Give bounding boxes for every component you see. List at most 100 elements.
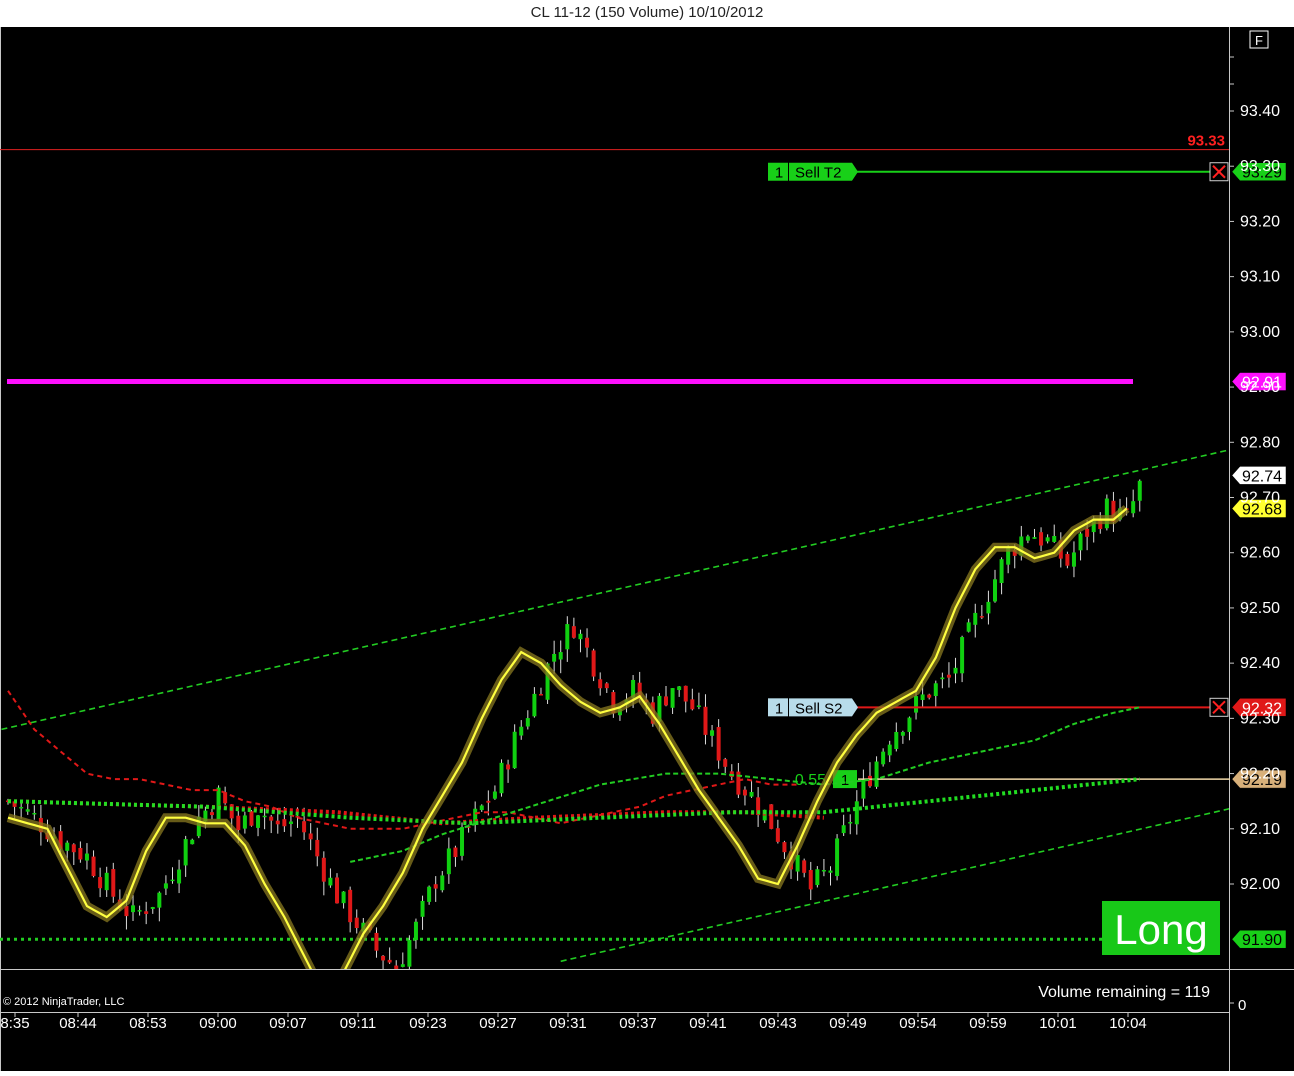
yellow-moving-average — [7, 507, 1128, 969]
y-tick-label: 93.20 — [1240, 213, 1280, 230]
candle-down — [78, 847, 83, 860]
candle-down — [683, 685, 688, 702]
candle-up — [933, 683, 938, 696]
candle-down — [282, 819, 287, 827]
candle-down — [374, 932, 379, 951]
candle-up — [479, 805, 484, 811]
candle-down — [775, 828, 780, 842]
candle-down — [979, 616, 984, 618]
candle-up — [1025, 536, 1030, 541]
candle-up — [163, 883, 168, 889]
candle-down — [808, 869, 813, 890]
candle-up — [190, 839, 195, 845]
resistance-level-label: 93.33 — [1187, 133, 1225, 150]
y-tick-label: 92.10 — [1240, 821, 1280, 838]
yellow-ma-band — [6, 505, 1130, 969]
x-tick-label: 09:41 — [689, 1015, 727, 1032]
x-tick-label: 09:00 — [199, 1015, 237, 1032]
candle-up — [427, 886, 432, 902]
candle-up — [894, 731, 899, 749]
candle-up — [828, 870, 833, 873]
candle-up — [677, 686, 682, 691]
candle-down — [716, 727, 721, 761]
candle-down — [269, 816, 274, 821]
candle-down — [354, 917, 359, 929]
candle-up — [137, 910, 142, 912]
y-tick-label: 93.30 — [1240, 158, 1280, 175]
candle-up — [1032, 537, 1037, 539]
candle-down — [111, 869, 116, 897]
candle-up — [552, 653, 557, 662]
position-qty: 1 — [841, 772, 849, 789]
candle-down — [782, 842, 787, 853]
y-tick-label: 92.80 — [1240, 434, 1280, 451]
candle-down — [302, 821, 307, 833]
candle-down — [433, 884, 438, 889]
copyright-label: © 2012 NinjaTrader, LLC — [3, 996, 124, 1008]
candle-up — [900, 732, 905, 736]
price-chart-panel[interactable]: 93.33 1 Sell T2 93.29 1 Sell S2 92.32 0.55 1 92.1… — [0, 27, 1294, 1071]
candle-down — [249, 811, 254, 826]
upper-channel-line — [1, 449, 1229, 731]
x-tick-label: 09:49 — [829, 1015, 867, 1032]
candle-up — [170, 879, 175, 882]
sell-target-order-name: Sell T2 — [795, 165, 841, 182]
candle-down — [144, 911, 149, 914]
candle-up — [532, 693, 537, 717]
candle-up — [841, 825, 846, 834]
long-signal-label: Long — [1114, 906, 1207, 953]
candle-up — [821, 869, 826, 872]
candle-up — [993, 579, 997, 602]
candle-up — [1131, 501, 1136, 514]
candle-down — [927, 694, 932, 698]
last-price-tag-label: 92.74 — [1242, 468, 1282, 485]
y-tick-label: 92.90 — [1240, 379, 1280, 396]
x-tick-label: 08:44 — [59, 1015, 97, 1032]
candle-up — [986, 601, 991, 614]
y-tick-label: 92.50 — [1240, 600, 1280, 617]
candle-up — [749, 791, 754, 797]
x-tick-label: 09:07 — [269, 1015, 307, 1032]
candle-down — [946, 674, 951, 678]
candle-up — [999, 559, 1004, 584]
y-tick-label: 93.40 — [1240, 103, 1280, 120]
candle-up — [815, 869, 820, 886]
sell-stop-order-name: Sell S2 — [795, 700, 843, 717]
candle-down — [1085, 528, 1090, 537]
candle-down — [348, 889, 353, 923]
candle-up — [183, 839, 188, 866]
candle-up — [1078, 533, 1083, 551]
candle-up — [492, 791, 497, 799]
candle-up — [512, 731, 517, 769]
candle-down — [275, 820, 280, 825]
y-tick-label: 92.40 — [1240, 655, 1280, 672]
candle-up — [920, 694, 925, 700]
candle-up — [341, 891, 346, 904]
candlestick-chart[interactable]: 93.331 Sell T2 93.291 Sell S2 92.320.55 1 92.1… — [0, 27, 1294, 1071]
candle-up — [966, 622, 971, 632]
candle-down — [1065, 553, 1070, 566]
candle-up — [1071, 552, 1076, 567]
candle-up — [25, 809, 30, 812]
candle-up — [914, 696, 919, 713]
candle-up — [242, 815, 247, 829]
candle-up — [440, 875, 445, 891]
candle-up — [400, 964, 405, 967]
x-tick-label: 10:04 — [1109, 1015, 1147, 1032]
candle-down — [209, 812, 214, 816]
candle-up — [413, 921, 418, 941]
candle-up — [1137, 480, 1142, 501]
candle-up — [525, 718, 530, 727]
candle-up — [835, 838, 840, 877]
candle-down — [1039, 532, 1044, 546]
candle-up — [288, 821, 293, 825]
candle-up — [420, 900, 425, 917]
candle-up — [519, 726, 524, 736]
candle-down — [98, 877, 103, 889]
candle-down — [604, 683, 609, 689]
candle-down — [453, 847, 458, 858]
y-tick-label: 93.00 — [1240, 324, 1280, 341]
candle-down — [585, 637, 590, 648]
y-tick-label: 92.30 — [1240, 710, 1280, 727]
candle-up — [32, 812, 37, 815]
